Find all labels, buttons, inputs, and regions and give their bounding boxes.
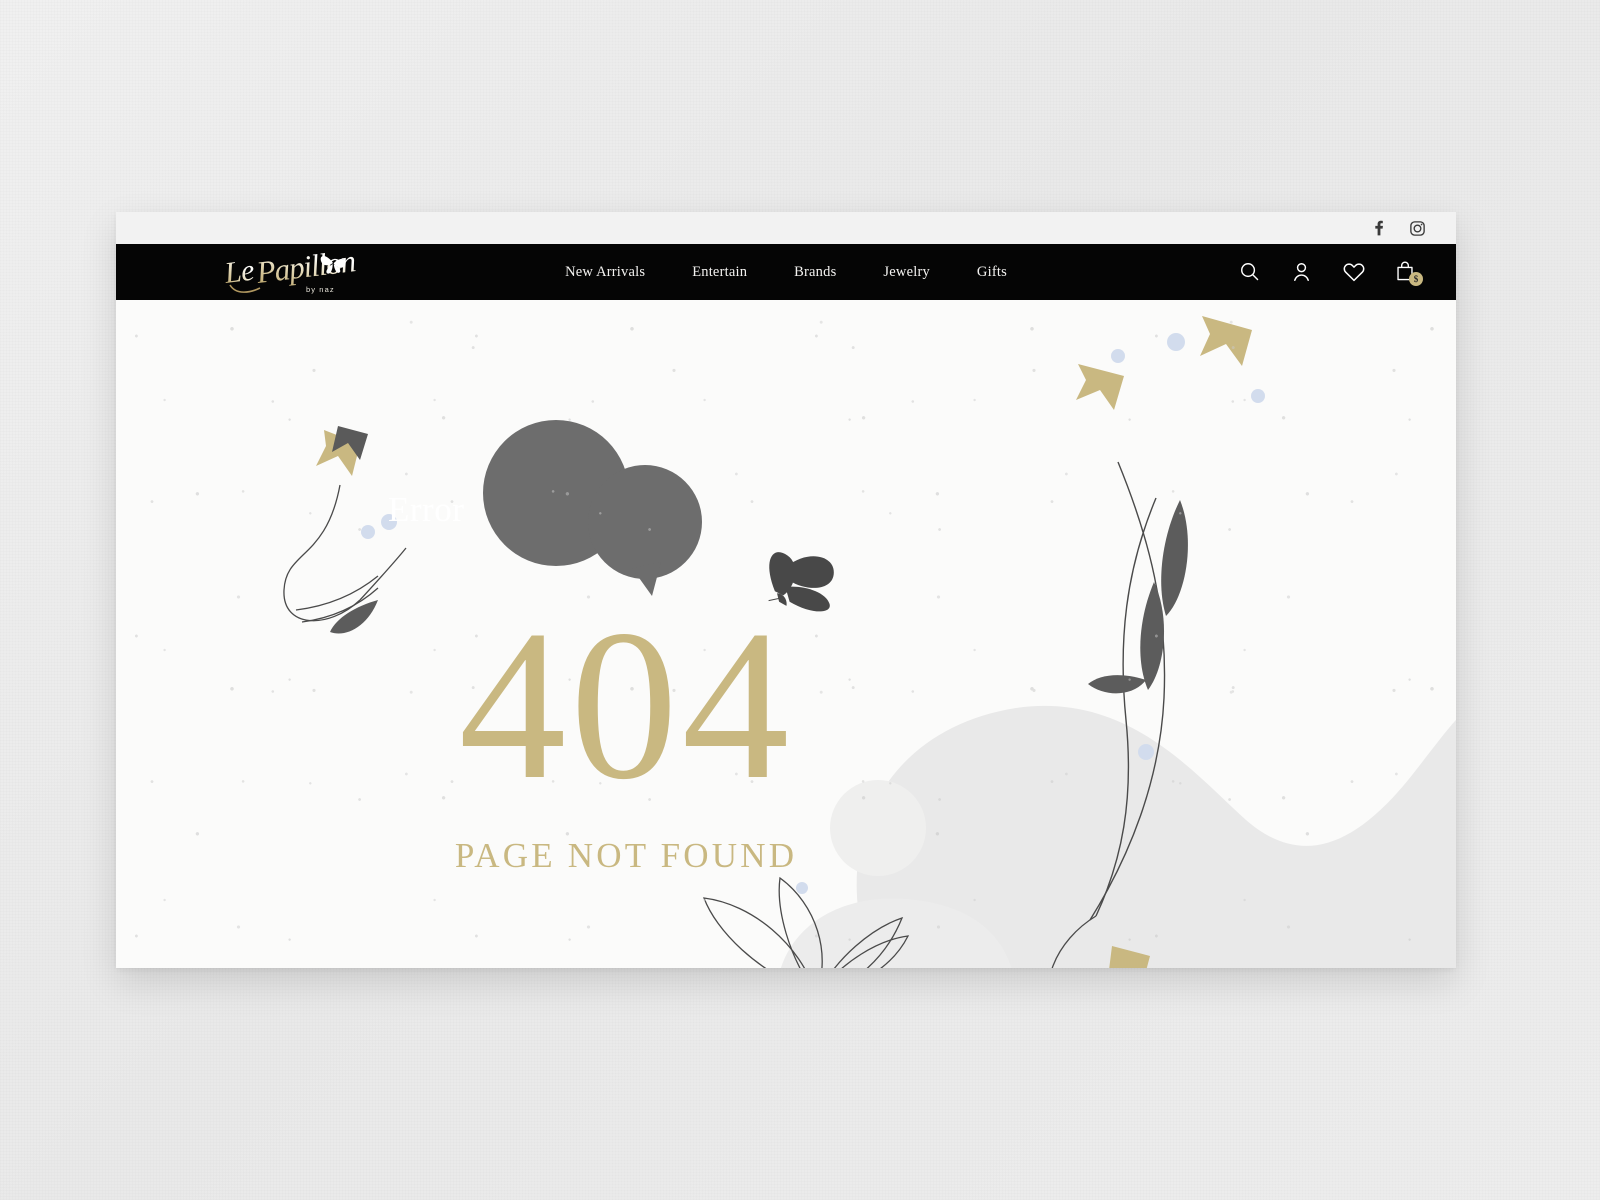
nav-link-jewelry[interactable]: Jewelry <box>883 264 930 281</box>
nav-links: New Arrivals Entertain Brands Jewelry Gi… <box>565 264 1007 281</box>
user-icon[interactable] <box>1290 260 1314 284</box>
browser-page: Le Papillon by naz New Arrivals Entertai… <box>116 212 1456 968</box>
shopping-bag-icon[interactable]: $ <box>1394 260 1423 286</box>
brand-logo[interactable]: Le Papillon by naz <box>220 247 370 297</box>
top-social-bar <box>116 212 1456 244</box>
svg-text:Le: Le <box>222 254 256 290</box>
svg-text:Papillon: Papillon <box>254 247 358 290</box>
instagram-icon[interactable] <box>1408 219 1426 237</box>
facebook-icon[interactable] <box>1370 219 1388 237</box>
nav-link-new-arrivals[interactable]: New Arrivals <box>565 264 645 281</box>
error-bubble-label: Error <box>388 490 465 529</box>
screenshot-root: Le Papillon by naz New Arrivals Entertai… <box>0 0 1600 1200</box>
error-hero: Error 404 PAGE NOT FOUND <box>116 300 1456 968</box>
svg-text:by naz: by naz <box>306 285 335 294</box>
heart-icon[interactable] <box>1342 260 1366 284</box>
nav-link-brands[interactable]: Brands <box>794 264 836 281</box>
nav-utility-icons: $ <box>1238 260 1423 286</box>
error-code: 404 <box>458 585 794 824</box>
error-message: PAGE NOT FOUND <box>454 836 798 875</box>
search-icon[interactable] <box>1238 260 1262 284</box>
cart-badge: $ <box>1409 272 1423 286</box>
error-speech-bubbles <box>483 420 702 596</box>
nav-link-gifts[interactable]: Gifts <box>977 264 1007 281</box>
main-navbar: Le Papillon by naz New Arrivals Entertai… <box>116 244 1456 300</box>
nav-link-entertain[interactable]: Entertain <box>692 264 747 281</box>
